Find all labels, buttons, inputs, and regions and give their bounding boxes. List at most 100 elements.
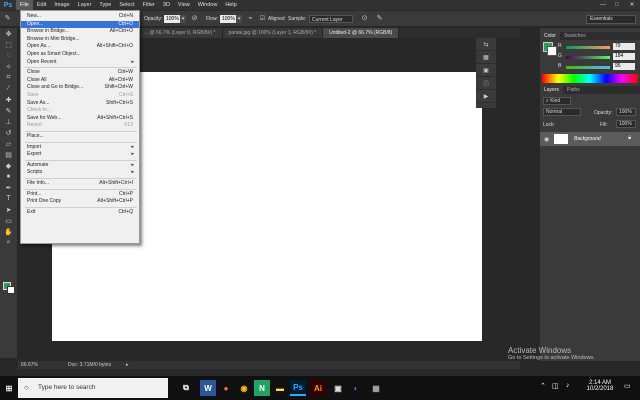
status-arrow-icon[interactable]: ▸ [126,361,129,369]
file-menu-item-close-all[interactable]: Close All Alt+Ctrl+W [21,77,139,84]
ignore-adjustment-icon[interactable]: ⊙ [360,14,369,24]
file-menu-item-automate[interactable]: Automate ▸ [21,162,139,169]
info-icon[interactable]: ⓘ [476,77,496,90]
blur-tool-icon[interactable]: ◆ [0,160,17,171]
file-menu-item-open-as-smart-object[interactable]: Open as Smart Object... [21,51,139,58]
photoshop-taskbar-icon[interactable]: Ps [290,380,306,396]
file-menu-item-file-info[interactable]: File Info... Alt+Shift+Ctrl+I [21,180,139,187]
menu-help[interactable]: Help [221,0,240,10]
red-slider[interactable]: R 79 [558,43,638,51]
menu-filter[interactable]: Filter [139,0,159,10]
shape-tool-icon[interactable]: ▭ [0,215,17,226]
flow-input[interactable]: 100% [220,15,236,23]
lasso-tool-icon[interactable]: ◌ [0,50,17,61]
red-value[interactable]: 79 [613,43,635,50]
menu-file[interactable]: File [16,0,33,10]
file-menu-item-import[interactable]: Import ▸ [21,144,139,151]
file-menu-item-open-as[interactable]: Open As... Alt+Shift+Ctrl+O [21,43,139,50]
layer-opacity-input[interactable]: 100% [616,108,636,116]
airbrush-icon[interactable]: ⌁ [246,14,255,24]
task-view-icon[interactable]: ⧉ [178,380,194,396]
file-menu-item-browse-in-mini-bridge[interactable]: Browse in Mini Bridge... [21,36,139,43]
kind-filter[interactable]: ⌕ Kind [543,97,571,105]
camera-icon[interactable]: ▣ [330,380,346,396]
firefox-icon[interactable]: ● [218,380,234,396]
zoom-level[interactable]: 66.67% [21,361,38,369]
tab-color[interactable]: Color [540,32,560,40]
properties-icon[interactable]: ▣ [476,64,496,77]
file-menu-item-print[interactable]: Print... Ctrl+P [21,191,139,198]
blue-slider[interactable]: B 95 [558,63,638,71]
brush-tool-icon[interactable]: ✎ [0,105,17,116]
notification-chevron-icon[interactable]: ⌃ [540,382,546,390]
file-menu-item-print-one-copy[interactable]: Print One Copy Alt+Shift+Ctrl+P [21,198,139,205]
aligned-checkbox[interactable]: ☑ [258,14,267,24]
green-slider[interactable]: G 184 [558,53,638,61]
pen-tool-icon[interactable]: ✒ [0,182,17,193]
clone-stamp-tool-icon[interactable]: ⊥ [0,116,17,127]
actions-icon[interactable]: ▶ [476,90,496,103]
close-button[interactable]: ✕ [625,0,639,10]
opacity-input[interactable]: 100% [164,15,180,23]
action-center-icon[interactable]: ▭ [624,382,631,390]
marquee-tool-icon[interactable]: ⬚ [0,39,17,50]
tab-swatches[interactable]: Swatches [560,32,590,40]
menu-window[interactable]: Window [194,0,222,10]
opacity-dropdown-icon[interactable]: ▾ [180,15,186,23]
app-icon[interactable]: N [254,380,270,396]
layer-row-background[interactable]: ◉ Background 🔒︎ [540,132,640,146]
hand-tool-icon[interactable]: ✋ [0,226,17,237]
start-icon[interactable]: ⊞ [1,380,17,396]
green-value[interactable]: 184 [613,53,635,60]
menu-image[interactable]: Image [50,0,73,10]
file-menu-item-place[interactable]: Place... [21,133,139,140]
clock[interactable]: 2:14 AM 10/2/2018 [582,380,618,392]
tab-document-3[interactable]: Untitled-2 @ 66.7% (RGB/8) [323,28,400,38]
eraser-tool-icon[interactable]: ▱ [0,138,17,149]
workspace-select[interactable]: Essentials [586,15,636,24]
file-menu-item-export[interactable]: Export ▸ [21,151,139,158]
file-menu-item-save-for-web[interactable]: Save for Web... Alt+Shift+Ctrl+S [21,115,139,122]
tab-layers[interactable]: Layers [540,86,564,94]
quick-select-tool-icon[interactable]: ✧ [0,61,17,72]
path-select-tool-icon[interactable]: ➤ [0,204,17,215]
dodge-tool-icon[interactable]: ● [0,171,17,182]
app-grid-icon[interactable]: ▦ [368,380,384,396]
file-menu-item-new[interactable]: New... Ctrl+N [21,13,139,20]
file-menu-item-open-recent[interactable]: Open Recent ▸ [21,59,139,66]
menu-type[interactable]: Type [95,0,115,10]
gradient-tool-icon[interactable]: ▤ [0,149,17,160]
red-track[interactable] [566,46,610,49]
illustrator-icon[interactable]: Ai [310,380,326,396]
background-color-swatch[interactable] [7,286,15,294]
file-menu-item-save-as[interactable]: Save As... Shift+Ctrl+S [21,100,139,107]
taskbar-search[interactable]: Type here to search [18,378,168,398]
green-track[interactable] [566,56,610,59]
file-menu-item-close-and-go-to-bridge[interactable]: Close and Go to Bridge... Shift+Ctrl+W [21,84,139,91]
move-tool-icon[interactable]: ✥ [0,28,17,39]
network-icon[interactable]: ◫ [552,382,559,390]
chrome-icon[interactable]: ◉ [236,380,252,396]
file-menu-item-exit[interactable]: Exit Ctrl+Q [21,209,139,216]
pressure-size-icon[interactable]: ✎ [375,14,384,24]
arrange-icon[interactable]: ⇆ [476,38,496,51]
healing-tool-icon[interactable]: ✚ [0,94,17,105]
blend-mode-select[interactable]: Normal [543,108,581,116]
file-menu-item-scripts[interactable]: Scripts ▸ [21,169,139,176]
type-tool-icon[interactable]: T [0,193,17,204]
brush-tool-icon[interactable]: ✎ [3,14,12,24]
crop-tool-icon[interactable]: ⌗ [0,72,17,83]
tab-paths[interactable]: Paths [563,86,584,94]
history-icon[interactable]: ▦ [476,51,496,64]
sample-select[interactable]: Current Layer [309,15,353,23]
file-menu-item-close[interactable]: Close Ctrl+W [21,69,139,76]
menu-edit[interactable]: Edit [33,0,50,10]
layer-fill-input[interactable]: 100% [616,120,636,128]
eye-icon[interactable]: ◉ [544,136,549,143]
file-menu-item-open[interactable]: Open... Ctrl+O [21,20,139,28]
word-icon[interactable]: W [200,380,216,396]
pressure-opacity-icon[interactable]: ⊘ [190,14,199,24]
tab-document-1[interactable]: ... @ 66.7% (Layer 0, RGB/8#) * [138,28,223,38]
minimize-button[interactable]: — [596,0,610,10]
history-brush-tool-icon[interactable]: ↺ [0,127,17,138]
